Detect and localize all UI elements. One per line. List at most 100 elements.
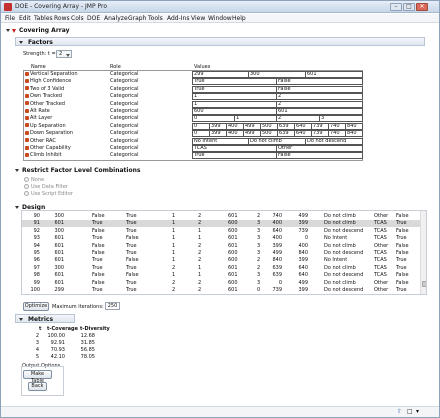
factor-value-cell[interactable]: False — [276, 78, 363, 86]
factor-name[interactable]: High Confidence — [25, 78, 71, 84]
factor-value-cell[interactable]: 0 — [192, 115, 235, 123]
factors-outline-header[interactable]: Factors — [15, 37, 425, 46]
factor-value-cell[interactable]: 499 — [243, 122, 261, 130]
menu-window[interactable]: Window — [208, 15, 232, 22]
table-row[interactable]: 93 601 True False 1 1 601 3 400 0 No Intent TCAS Tru… — [22, 235, 420, 242]
menu-edit[interactable]: Edit — [19, 15, 31, 22]
factor-value-cell[interactable]: 640 — [294, 130, 312, 138]
radio-script-editor-icon[interactable] — [24, 191, 29, 196]
make-table-button[interactable]: Make Table — [23, 370, 52, 384]
factor-value-cell[interactable]: 2 — [276, 115, 320, 123]
radio-data-filter-icon[interactable] — [24, 184, 29, 189]
menu-addins[interactable]: Add-Ins — [167, 15, 189, 22]
factor-value-cell[interactable]: Do not climb — [248, 137, 306, 145]
design-scroll-thumb[interactable] — [422, 281, 426, 287]
factor-value-cell[interactable]: 400 — [226, 130, 244, 138]
minimize-button[interactable]: – — [390, 3, 402, 11]
factor-name[interactable]: Other Tracked — [25, 101, 65, 107]
factor-name[interactable]: Own Tracked — [25, 93, 62, 99]
arrow-up-icon[interactable]: ⇧ — [397, 408, 402, 415]
factor-value-cell[interactable]: 639 — [277, 122, 295, 130]
table-row[interactable]: 92 300 False True 1 1 600 3 640 739 Do not descend… — [22, 228, 420, 235]
factor-value-cell[interactable]: True — [192, 85, 277, 93]
factor-value-cell[interactable]: 2 — [276, 100, 363, 108]
factor-value-cell[interactable]: 2 — [276, 93, 363, 101]
table-row[interactable]: 91 601 True True 1 2 600 3 400 399 Do not climb TCA… — [22, 220, 420, 228]
factor-value-cell[interactable]: 399 — [209, 130, 227, 138]
max-iterations-input[interactable]: 250 — [105, 302, 120, 310]
menu-help[interactable]: Help — [232, 15, 246, 22]
table-row[interactable]: 99 601 False True 2 2 600 3 0 499 Do not climb Othe… — [22, 280, 420, 287]
factor-value-cell[interactable]: 499 — [243, 130, 261, 138]
factor-name[interactable]: Down Separation — [25, 130, 73, 136]
factor-value-cell[interactable]: 1 — [192, 100, 277, 108]
factor-value-cell[interactable]: 840 — [345, 122, 363, 130]
factor-value-cell[interactable]: 1 — [234, 115, 277, 123]
menu-analyze[interactable]: Analyze — [104, 15, 128, 22]
factor-value-cell[interactable]: True — [192, 152, 277, 160]
factor-value-cell[interactable]: False — [276, 85, 363, 93]
table-row[interactable]: 100 299 True True 2 2 601 0 739 399 Do not descend… — [22, 287, 420, 294]
close-button[interactable]: ✕ — [416, 3, 428, 11]
factor-value-cell[interactable]: False — [276, 152, 363, 160]
collapse-metrics-icon[interactable] — [19, 317, 23, 323]
design-table[interactable]: 90 300 False True 1 2 601 2 740 499 Do not climb Ot… — [21, 210, 427, 295]
collapse-covering-array-icon[interactable] — [6, 28, 10, 34]
factor-value-cell[interactable]: 740 — [328, 130, 346, 138]
radio-none-icon[interactable] — [24, 177, 29, 182]
factor-name[interactable]: Vertical Separation — [25, 71, 78, 77]
factor-value-cell[interactable]: 739 — [311, 122, 329, 130]
menu-doe[interactable]: DOE — [87, 15, 100, 22]
design-scrollbar[interactable] — [420, 211, 426, 294]
factor-name[interactable]: Climb Inhibit — [25, 152, 62, 158]
factor-value-cell[interactable]: 299 — [192, 71, 249, 78]
factor-value-cell[interactable]: No Intent — [192, 137, 249, 145]
factor-value-cell[interactable]: 500 — [260, 122, 278, 130]
factor-value-cell[interactable]: Do not descend — [305, 137, 363, 145]
factor-value-cell[interactable]: 0 — [192, 130, 210, 138]
menu-tools[interactable]: Tools — [148, 15, 163, 22]
factor-value-cell[interactable]: 840 — [345, 130, 363, 138]
metrics-outline-header[interactable]: Metrics — [15, 314, 75, 323]
covering-array-red-triangle-icon[interactable] — [12, 28, 16, 34]
menu-file[interactable]: File — [5, 15, 15, 22]
factor-value-cell[interactable]: 601 — [305, 71, 363, 78]
back-button[interactable]: Back — [28, 382, 47, 391]
menu-graph[interactable]: Graph — [128, 15, 146, 22]
factor-value-cell[interactable]: 3 — [319, 115, 363, 123]
collapse-restrict-icon[interactable] — [15, 168, 19, 174]
strength-dropdown[interactable]: 2 — [56, 50, 72, 58]
table-row[interactable]: 90 300 False True 1 2 601 2 740 499 Do not climb Ot… — [22, 213, 420, 220]
factor-value-cell[interactable]: 399 — [209, 122, 227, 130]
factor-name[interactable]: Other RAC — [25, 138, 56, 144]
table-row[interactable]: 94 601 False True 1 2 601 3 399 400 Do not climb Ot… — [22, 243, 420, 250]
status-menu-icon[interactable]: ▾ — [416, 408, 419, 415]
maximize-button[interactable]: □ — [403, 3, 415, 11]
factor-value-cell[interactable]: TCAS — [192, 145, 277, 152]
restrict-option-none[interactable]: None — [24, 177, 44, 183]
collapse-factors-icon[interactable] — [19, 40, 23, 46]
factor-value-cell[interactable]: 300 — [248, 71, 306, 78]
factor-value-cell[interactable]: True — [192, 78, 277, 86]
restrict-option-script-editor[interactable]: Use Script Editor — [24, 191, 73, 197]
table-row[interactable]: 98 601 False False 1 1 601 3 639 640 Do not descen… — [22, 272, 420, 279]
factor-value-cell[interactable]: 0 — [192, 122, 210, 130]
menu-tables[interactable]: Tables — [34, 15, 53, 22]
factor-value-cell[interactable]: 740 — [328, 122, 346, 130]
menu-cols[interactable]: Cols — [71, 15, 84, 22]
factor-value-cell[interactable]: 600 — [192, 108, 277, 115]
factor-name[interactable]: Up Separation — [25, 123, 66, 129]
collapse-design-icon[interactable] — [15, 205, 19, 211]
factor-name[interactable]: Other Capability — [25, 145, 71, 151]
factor-value-cell[interactable]: 601 — [276, 108, 363, 115]
factor-name[interactable]: Two of 3 Valid — [25, 86, 64, 92]
optimize-button[interactable]: Optimize — [23, 302, 49, 311]
table-row[interactable]: 96 601 True False 1 2 600 2 840 399 No Intent TCAS T… — [22, 257, 420, 264]
menu-view[interactable]: View — [191, 15, 205, 22]
factor-value-cell[interactable]: 500 — [260, 130, 278, 138]
table-row[interactable]: 95 601 False True 1 2 600 3 499 840 Do not descend… — [22, 250, 420, 257]
menu-rows[interactable]: Rows — [54, 15, 70, 22]
factor-name[interactable]: Alt Rate — [25, 108, 50, 114]
factor-value-cell[interactable]: Other — [276, 145, 363, 152]
factor-value-cell[interactable]: 739 — [311, 130, 329, 138]
